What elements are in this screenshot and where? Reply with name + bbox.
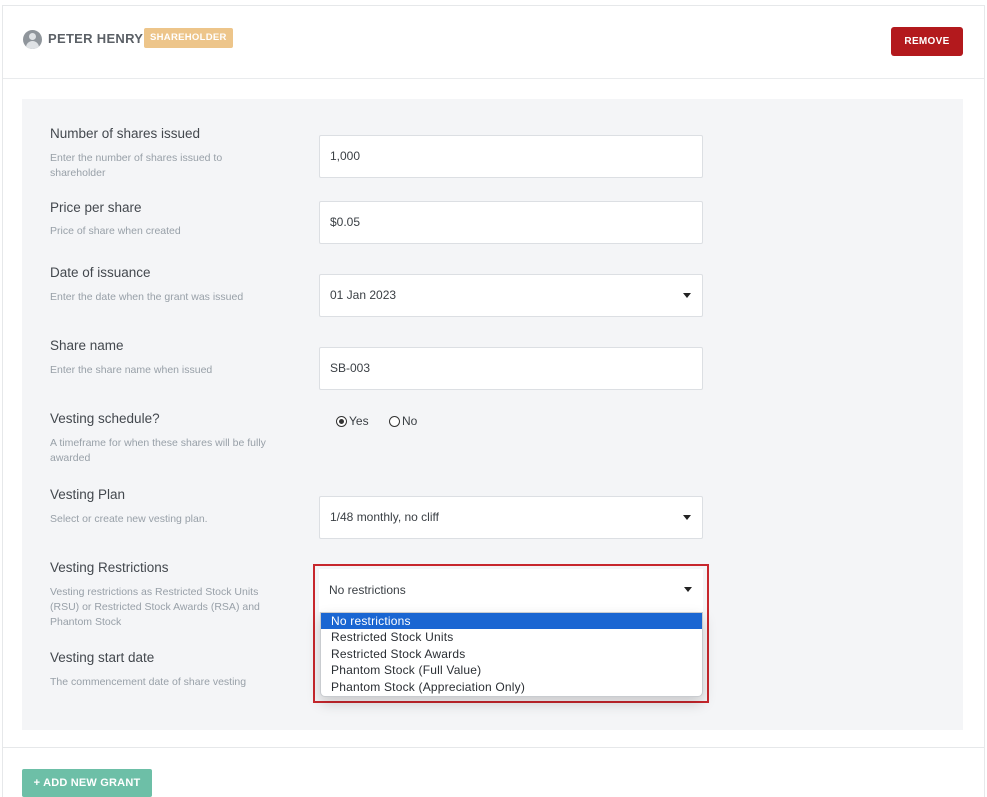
vesting-plan-label: Vesting Plan [50,487,126,502]
vesting-yes-label: Yes [349,414,369,428]
date-of-issuance-label: Date of issuance [50,265,151,280]
date-of-issuance-hint: Enter the date when the grant was issued [50,291,244,303]
add-new-grant-button[interactable]: + ADD NEW GRANT [22,769,152,797]
option-phantom-stock-full-value[interactable]: Phantom Stock (Full Value) [321,662,702,678]
shares-issued-value: 1,000 [330,149,361,163]
option-phantom-stock-appreciation[interactable]: Phantom Stock (Appreciation Only) [321,679,702,695]
vesting-restrictions-value: No restrictions [329,583,406,597]
holder-name: PETER HENRY [48,31,144,46]
vesting-plan-hint: Select or create new vesting plan. [50,513,208,525]
vesting-restrictions-label: Vesting Restrictions [50,560,169,575]
shares-issued-label: Number of shares issued [50,126,201,141]
caret-down-icon [684,587,692,592]
price-per-share-hint: Price of share when created [50,225,181,237]
vesting-no-radio[interactable]: No [389,414,417,428]
vesting-start-date-hint: The commencement date of share vesting [50,676,247,688]
price-per-share-label: Price per share [50,200,142,215]
radio-unchecked-icon [389,415,400,427]
vesting-no-label: No [402,414,418,428]
caret-down-icon [683,293,691,298]
price-per-share-value: $0.05 [330,215,361,229]
share-name-label: Share name [50,338,124,353]
vesting-schedule-label: Vesting schedule? [50,411,160,426]
vesting-schedule-hint: A timeframe for when these shares will b… [50,437,266,464]
option-restricted-stock-units[interactable]: Restricted Stock Units [321,629,702,645]
remove-button[interactable]: REMOVE [891,27,963,56]
radio-checked-icon [336,415,347,427]
card-header: PETER HENRY SHAREHOLDER REMOVE [3,6,984,79]
shares-issued-input[interactable]: 1,000 [319,135,703,178]
date-of-issuance-select[interactable]: 01 Jan 2023 [319,274,703,317]
vesting-plan-value: 1/48 monthly, no cliff [330,510,439,524]
vesting-plan-select[interactable]: 1/48 monthly, no cliff [319,496,703,539]
shares-issued-hint: Enter the number of shares issued to sha… [50,152,223,179]
vesting-restrictions-hint: Vesting restrictions as Restricted Stock… [50,586,260,628]
vesting-restrictions-dropdown: No restrictions Restricted Stock Units R… [320,612,703,697]
vesting-yes-radio[interactable]: Yes [336,414,369,428]
option-no-restrictions[interactable]: No restrictions [321,613,702,630]
option-restricted-stock-awards[interactable]: Restricted Stock Awards [321,646,702,662]
share-name-input[interactable]: SB-003 [319,347,703,390]
share-name-hint: Enter the share name when issued [50,364,213,376]
price-per-share-input[interactable]: $0.05 [319,201,703,244]
caret-down-icon [683,515,691,520]
share-name-value: SB-003 [330,361,371,375]
date-of-issuance-value: 01 Jan 2023 [330,288,397,302]
user-icon [23,30,42,49]
footer-divider [2,747,985,748]
role-badge: SHAREHOLDER [144,28,233,48]
vesting-start-date-label: Vesting start date [50,650,155,665]
vesting-restrictions-select[interactable]: No restrictions [319,569,703,612]
